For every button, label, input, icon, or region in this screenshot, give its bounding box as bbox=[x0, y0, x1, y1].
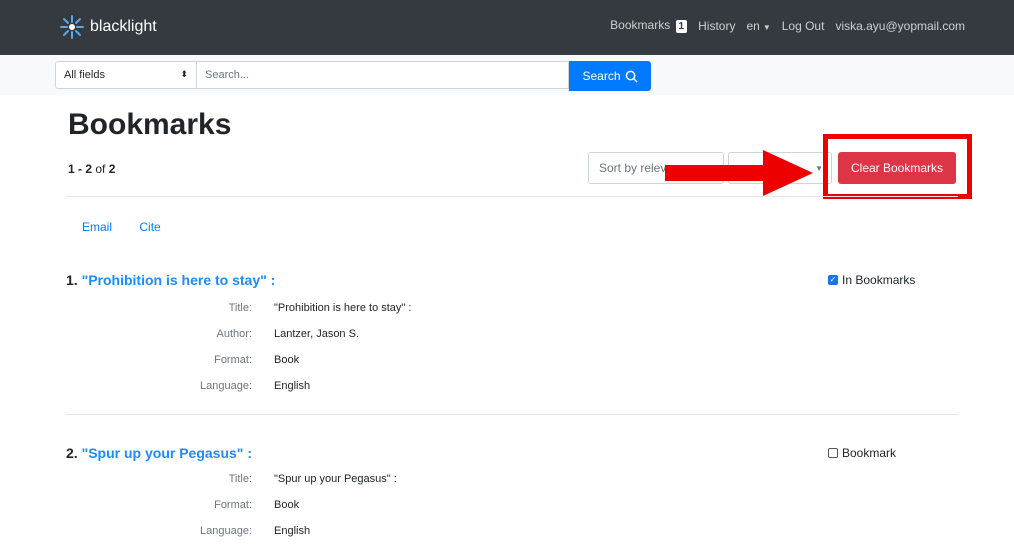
field-value: Book bbox=[274, 499, 300, 511]
field-row: Title: "Prohibition is here to stay" : bbox=[66, 302, 412, 328]
bookmark-tools: Email Cite bbox=[82, 220, 185, 234]
nav-bookmarks-label: Bookmarks bbox=[610, 18, 671, 32]
results-of: of bbox=[95, 162, 106, 176]
document-index: 2. bbox=[66, 445, 78, 461]
brand-name: blacklight bbox=[90, 18, 157, 35]
bookmarks-count-badge: 1 bbox=[675, 20, 688, 33]
annotation-arrow-icon bbox=[665, 150, 813, 196]
field-row: Author: Lantzer, Jason S. bbox=[66, 328, 411, 354]
field-label: Author: bbox=[216, 328, 252, 340]
bookmark-toggle[interactable]: Bookmark bbox=[828, 446, 896, 460]
field-value: Lantzer, Jason S. bbox=[274, 328, 359, 340]
search-button-label: Search bbox=[582, 69, 621, 83]
document-title-link[interactable]: "Prohibition is here to stay" : bbox=[82, 272, 276, 288]
bookmark-toggle-label: In Bookmarks bbox=[842, 273, 916, 287]
search-placeholder: Search... bbox=[205, 69, 250, 81]
field-value: Book bbox=[274, 354, 300, 366]
search-input[interactable]: Search... bbox=[196, 61, 569, 89]
user-email[interactable]: viska.ayu@yopmail.com bbox=[835, 19, 965, 33]
search-field-select[interactable]: All fields ⬍ bbox=[55, 61, 196, 89]
nav-bookmarks-link[interactable]: Bookmarks 1 bbox=[610, 18, 688, 33]
field-label: Language: bbox=[200, 380, 252, 392]
field-label: Title: bbox=[228, 473, 252, 485]
field-row: Title: "Spur up your Pegasus" : bbox=[66, 473, 397, 499]
results-total: 2 bbox=[108, 162, 116, 176]
checkbox-checked-icon[interactable]: ✓ bbox=[828, 275, 838, 285]
logout-link[interactable]: Log Out bbox=[782, 19, 825, 33]
field-row: Format: Book bbox=[66, 354, 411, 380]
user-nav: Bookmarks 1 History en ▼ Log Out viska.ay… bbox=[610, 18, 965, 33]
nav-history-link[interactable]: History bbox=[698, 19, 735, 33]
checkbox-unchecked-icon[interactable] bbox=[828, 448, 838, 458]
search-bar: All fields ⬍ Search... Search bbox=[0, 55, 1014, 95]
field-value: "Spur up your Pegasus" : bbox=[274, 473, 397, 485]
cite-link[interactable]: Cite bbox=[139, 220, 160, 234]
page-title: Bookmarks bbox=[68, 108, 232, 141]
document-fields: Title: "Prohibition is here to stay" : A… bbox=[66, 302, 411, 406]
document-fields: Title: "Spur up your Pegasus" : Format: … bbox=[66, 473, 397, 551]
select-arrows-icon: ⬍ bbox=[180, 69, 188, 79]
field-row: Language: English bbox=[66, 525, 397, 551]
bookmark-toggle[interactable]: ✓ In Bookmarks bbox=[828, 273, 915, 287]
language-label: en bbox=[746, 18, 760, 33]
search-field-value: All fields bbox=[64, 69, 105, 81]
field-value: English bbox=[274, 525, 311, 537]
field-label: Format: bbox=[214, 354, 252, 366]
document-index: 1. bbox=[66, 272, 78, 288]
search-button[interactable]: Search bbox=[569, 61, 651, 91]
field-label: Language: bbox=[200, 525, 252, 537]
email-link[interactable]: Email bbox=[82, 220, 112, 234]
field-value: English bbox=[274, 380, 311, 392]
top-navbar: blacklight Bookmarks 1 History en ▼ Log O… bbox=[0, 0, 1014, 55]
header-divider bbox=[66, 196, 958, 197]
document-divider bbox=[66, 414, 958, 415]
caret-down-icon: ▼ bbox=[762, 22, 771, 32]
search-icon bbox=[625, 70, 638, 83]
field-label: Title: bbox=[228, 302, 252, 314]
field-label: Format: bbox=[214, 499, 252, 511]
field-value: "Prohibition is here to stay" : bbox=[274, 302, 412, 314]
language-dropdown[interactable]: en ▼ bbox=[746, 19, 770, 33]
field-row: Language: English bbox=[66, 380, 411, 406]
brand[interactable]: blacklight bbox=[58, 12, 157, 42]
results-range: 1 - 2 bbox=[68, 162, 93, 176]
bookmark-toggle-label: Bookmark bbox=[842, 446, 897, 460]
document-title-link[interactable]: "Spur up your Pegasus" : bbox=[82, 445, 252, 461]
document-title: 2. "Spur up your Pegasus" : bbox=[66, 445, 252, 461]
results-count: 1 - 2 of 2 bbox=[68, 162, 115, 176]
document-title: 1. "Prohibition is here to stay" : bbox=[66, 272, 275, 288]
annotation-highlight-box bbox=[823, 134, 972, 199]
field-row: Format: Book bbox=[66, 499, 397, 525]
blacklight-logo-icon bbox=[60, 15, 84, 39]
